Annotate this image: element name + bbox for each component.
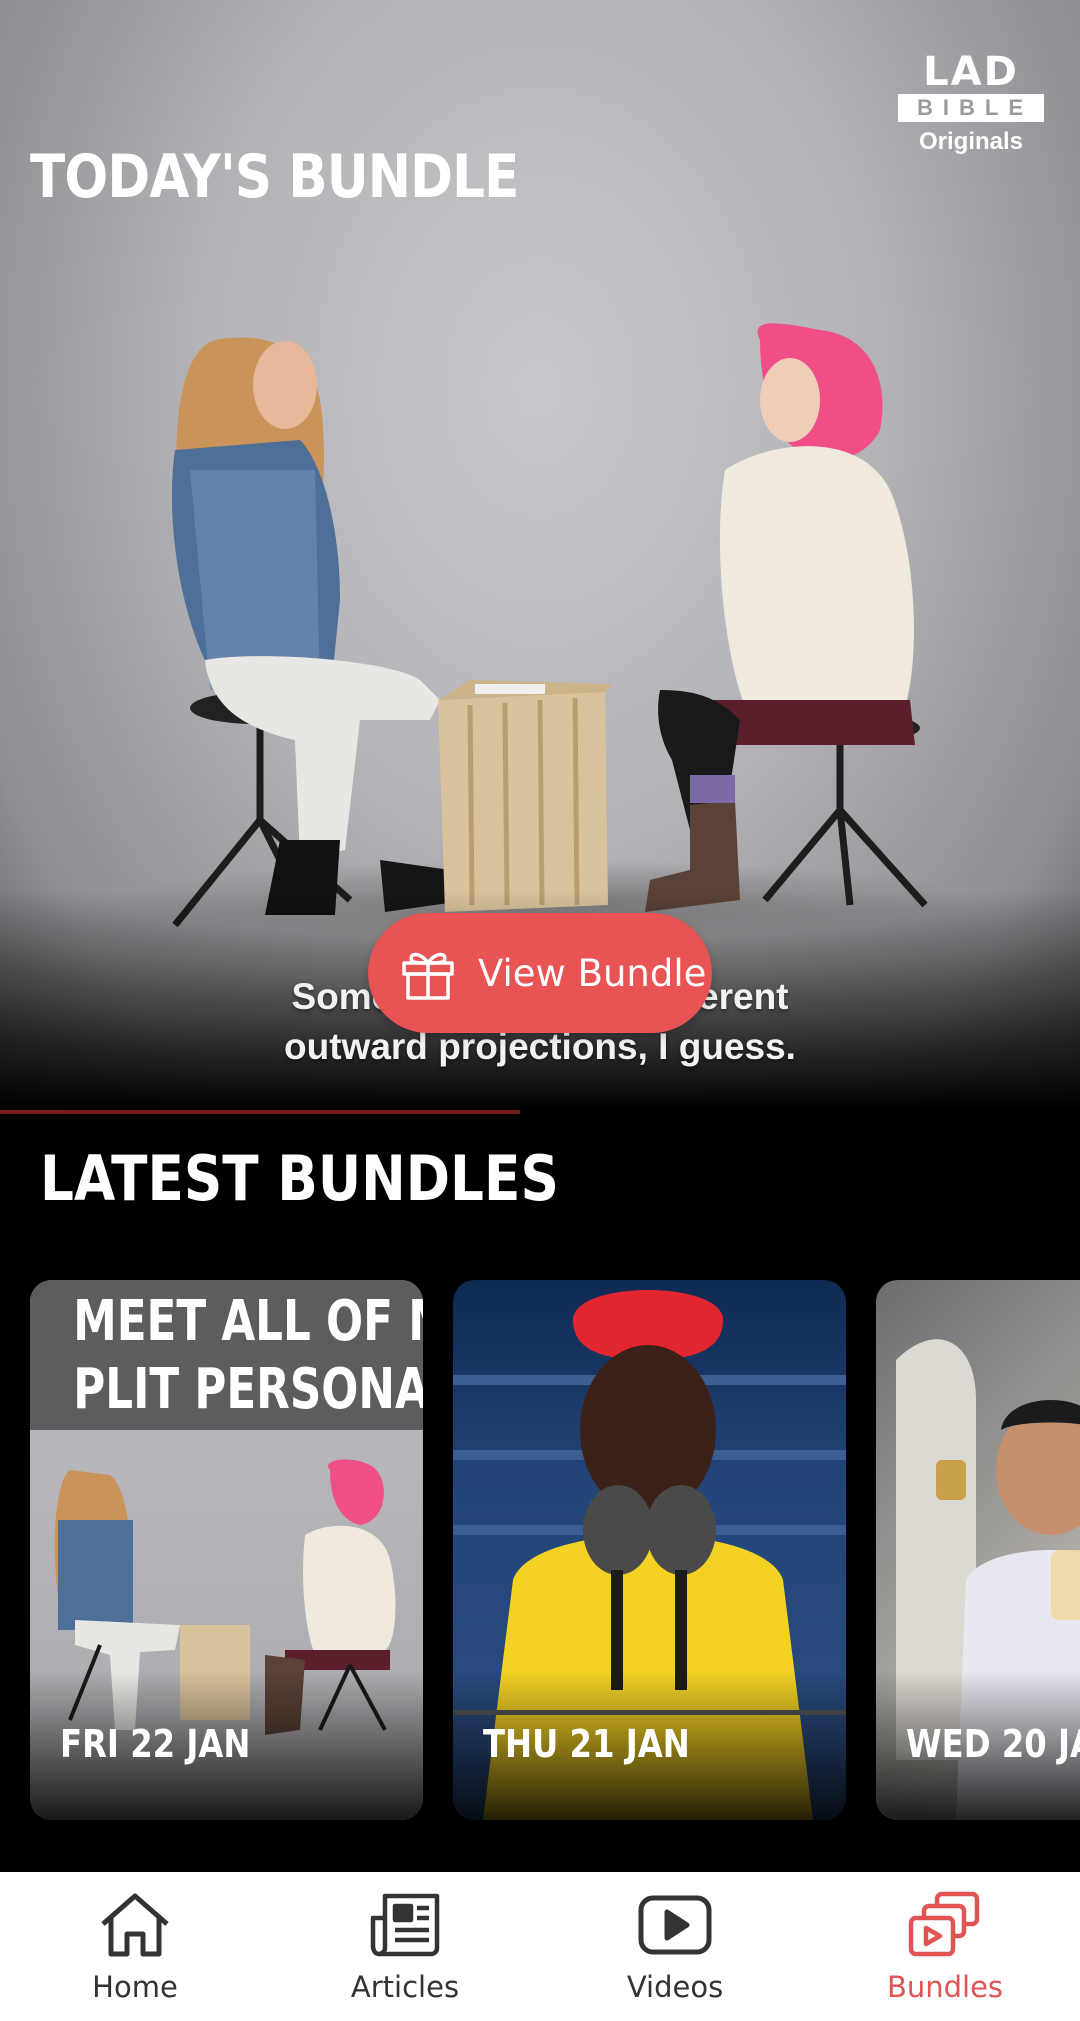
video-progress-bar	[0, 1110, 520, 1114]
latest-bundles-heading: LATEST BUNDLES	[40, 1142, 559, 1215]
home-icon	[101, 1893, 169, 1957]
todays-bundle-hero[interactable]: TODAY'S BUNDLE LAD BIBLE Originals Some …	[0, 0, 1080, 1110]
newspaper-icon	[370, 1893, 440, 1957]
gift-icon	[402, 952, 454, 1000]
card-banner-line-2: PLIT PERSONALITI	[73, 1357, 423, 1422]
card-date: THU 21 JAN	[483, 1722, 690, 1766]
bundle-card-thu-21-jan[interactable]: THU 21 JAN	[453, 1280, 846, 1820]
wooden-crate	[438, 680, 612, 912]
play-icon	[638, 1895, 712, 1955]
card-date: FRI 22 JAN	[60, 1722, 251, 1766]
card-banner: MEET ALL OF MY PLIT PERSONALITI	[30, 1280, 423, 1430]
card-date: WED 20 JAN	[906, 1722, 1080, 1766]
right-woman	[645, 323, 915, 912]
hero-title: TODAY'S BUNDLE	[30, 142, 519, 212]
logo-originals-text: Originals	[918, 128, 1024, 155]
nav-item-bundles[interactable]: Bundles	[810, 1872, 1080, 2021]
bundle-card-fri-22-jan[interactable]: MEET ALL OF MY PLIT PERSONALITI FRI 22 J…	[30, 1280, 423, 1820]
left-woman	[171, 337, 470, 915]
nav-item-videos[interactable]: Videos	[540, 1872, 810, 2021]
view-bundle-label: View Bundle	[478, 951, 707, 995]
bottom-navigation: Home Articles Videos Bundles	[0, 1872, 1080, 2021]
right-stool	[762, 735, 928, 908]
bundles-icon	[908, 1891, 980, 1957]
bundle-card-wed-20-jan[interactable]: WED 20 JAN	[876, 1280, 1080, 1820]
card-banner-line-1: MEET ALL OF MY	[73, 1289, 423, 1354]
latest-bundles-carousel[interactable]: MEET ALL OF MY PLIT PERSONALITI FRI 22 J…	[30, 1280, 1080, 1820]
nav-label-articles: Articles	[350, 1970, 460, 2004]
nav-label-home: Home	[92, 1970, 178, 2004]
nav-label-videos: Videos	[626, 1970, 724, 2004]
logo-lad-text: LAD	[923, 49, 1019, 95]
ladbible-originals-logo: LAD BIBLE Originals	[898, 52, 1044, 156]
nav-item-articles[interactable]: Articles	[270, 1872, 540, 2021]
view-bundle-button[interactable]: View Bundle	[368, 913, 712, 1033]
nav-label-bundles: Bundles	[886, 1970, 1004, 2004]
logo-bible-text: BIBLE	[898, 94, 1044, 122]
nav-item-home[interactable]: Home	[0, 1872, 270, 2021]
